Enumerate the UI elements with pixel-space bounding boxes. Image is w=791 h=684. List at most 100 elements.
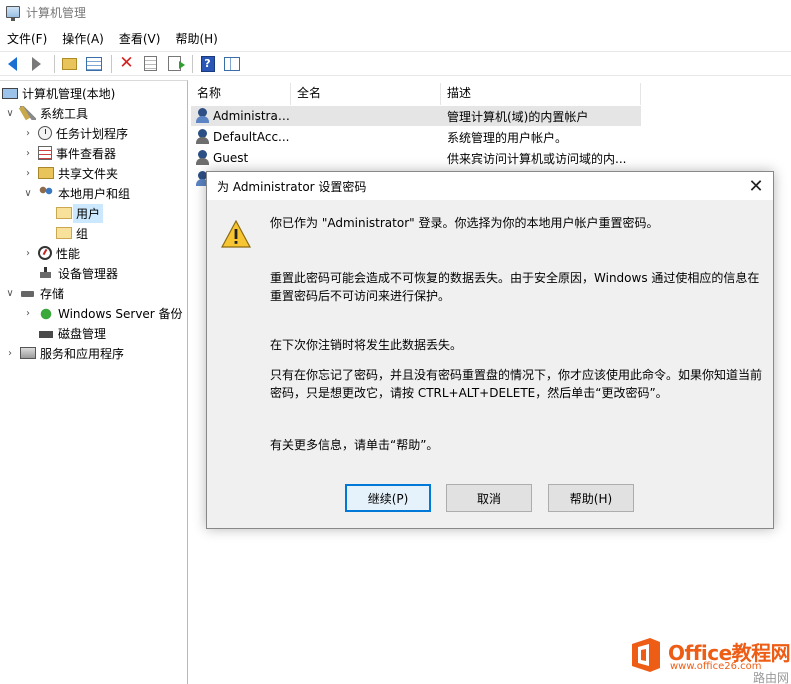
close-icon[interactable]: ✕	[739, 172, 773, 200]
user-disabled-icon	[195, 129, 211, 145]
user-name-cell: DefaultAcc...	[213, 130, 290, 144]
tree-item-windows-server-backup[interactable]: › Windows Server 备份	[22, 303, 183, 323]
tree-label: 共享文件夹	[58, 166, 119, 181]
column-header-fullname[interactable]: 全名	[291, 83, 441, 105]
services-icon	[20, 347, 36, 359]
dialog-titlebar: 为 Administrator 设置密码 ✕	[207, 172, 773, 200]
tree-item-disk-management[interactable]: 磁盘管理	[38, 323, 106, 343]
table-row[interactable]: DefaultAcc... 系统管理的用户帐户。	[191, 127, 641, 147]
expand-chevron-icon[interactable]: ›	[4, 348, 16, 359]
expand-chevron-icon[interactable]: ›	[22, 248, 34, 259]
tree-item-computer-management[interactable]: 计算机管理(本地)	[2, 83, 115, 103]
event-viewer-icon	[38, 146, 52, 160]
tree-label: 设备管理器	[58, 266, 119, 281]
column-header-description[interactable]: 描述	[441, 83, 641, 105]
export-list-button[interactable]	[164, 54, 185, 74]
expand-chevron-icon[interactable]: ›	[22, 128, 34, 139]
console-tree-icon	[85, 56, 102, 71]
dialog-message-login: 你已作为 "Administrator" 登录。你选择为你的本地用户帐户重置密码…	[270, 216, 659, 230]
menu-action[interactable]: 操作(A)	[55, 30, 112, 47]
user-disabled-icon	[195, 150, 211, 166]
delete-button[interactable]: ✕	[116, 54, 137, 74]
user-icon	[195, 108, 211, 124]
dialog-title: 为 Administrator 设置密码	[217, 179, 367, 194]
folder-up-icon	[62, 57, 77, 70]
collapse-chevron-icon[interactable]: ∨	[4, 108, 16, 119]
tree-label: 本地用户和组	[58, 186, 131, 201]
menu-bar: 文件(F) 操作(A) 查看(V) 帮助(H)	[0, 28, 226, 48]
office-logo-icon	[632, 638, 660, 672]
up-level-button[interactable]	[59, 54, 80, 74]
tree-label: 计算机管理(本地)	[22, 86, 116, 101]
clock-icon	[38, 126, 52, 140]
tree-label: 存储	[40, 286, 65, 301]
tree-item-services-applications[interactable]: › 服务和应用程序	[4, 343, 124, 363]
dialog-message-help: 有关更多信息，请单击“帮助”。	[270, 438, 439, 452]
continue-button[interactable]: 继续(P)	[345, 484, 431, 512]
users-icon	[38, 186, 54, 200]
back-arrow-icon	[8, 56, 17, 71]
expand-chevron-icon[interactable]: ›	[22, 308, 34, 319]
tree-label: 用户	[73, 203, 104, 223]
tree-item-event-viewer[interactable]: › 事件查看器	[22, 143, 116, 163]
collapse-chevron-icon[interactable]: ∨	[22, 188, 34, 199]
folder-icon	[56, 207, 72, 219]
properties-icon	[144, 56, 157, 71]
dialog-message-warning-line2: 重置密码后不可访问来进行保护。	[270, 289, 451, 303]
table-row[interactable]	[191, 169, 209, 189]
export-icon	[168, 56, 185, 71]
watermark-site: 路由网	[753, 671, 790, 684]
tree-label: 任务计划程序	[56, 126, 129, 141]
column-header-name[interactable]: 名称	[191, 83, 291, 105]
show-action-pane-button[interactable]	[221, 54, 242, 74]
toolbar-separator	[111, 54, 112, 73]
toolbar-separator	[192, 54, 193, 73]
user-description-cell: 管理计算机(域)的内置帐户	[447, 109, 589, 124]
toolbar-separator	[54, 54, 55, 73]
dialog-message-usage-line1: 只有在你忘记了密码，并且没有密码重置盘的情况下，你才应该使用此命令。如果你知道当…	[270, 368, 763, 382]
tree-item-storage[interactable]: ∨ 存储	[4, 283, 64, 303]
cancel-button[interactable]: 取消	[446, 484, 532, 512]
shared-folder-icon	[38, 167, 54, 179]
tree-label: 性能	[56, 246, 81, 261]
help-toolbar-button[interactable]: ?	[197, 54, 218, 74]
table-row[interactable]: Guest 供来宾访问计算机或访问域的内...	[191, 148, 641, 168]
user-icon	[195, 171, 209, 187]
tree-item-device-manager[interactable]: 设备管理器	[38, 263, 118, 283]
console-tree: 计算机管理(本地) ∨ 系统工具 › 任务计划程序 › 事件查看器 › 共享文件…	[0, 80, 188, 684]
computer-icon	[2, 87, 18, 99]
help-button[interactable]: 帮助(H)	[548, 484, 634, 512]
user-description-cell: 供来宾访问计算机或访问域的内...	[447, 151, 627, 166]
tree-item-users[interactable]: 用户	[56, 203, 104, 223]
tree-item-shared-folders[interactable]: › 共享文件夹	[22, 163, 118, 183]
dialog-message-usage-line2: 密码，只是想更改它，请按 CTRL+ALT+DELETE，然后单击“更改密码”。	[270, 386, 668, 400]
window-title: 计算机管理	[26, 5, 87, 20]
collapse-chevron-icon[interactable]: ∨	[4, 288, 16, 299]
tree-item-system-tools[interactable]: ∨ 系统工具	[4, 103, 88, 123]
toolbar: ✕ ?	[0, 51, 791, 76]
tree-item-performance[interactable]: › 性能	[22, 243, 80, 263]
dialog-message-data-loss: 在下次你注销时将发生此数据丢失。	[270, 338, 463, 352]
tree-item-local-users-groups[interactable]: ∨ 本地用户和组	[22, 183, 130, 203]
back-button[interactable]	[2, 54, 23, 74]
menu-help[interactable]: 帮助(H)	[168, 30, 225, 47]
tree-item-groups[interactable]: 组	[56, 223, 88, 243]
table-row[interactable]: Administrat... 管理计算机(域)的内置帐户	[191, 106, 641, 126]
list-header: 名称 全名 描述	[191, 83, 641, 105]
tree-label: 事件查看器	[56, 146, 117, 161]
tools-icon	[20, 106, 36, 120]
show-tree-button[interactable]	[83, 54, 104, 74]
expand-chevron-icon[interactable]: ›	[22, 168, 34, 179]
set-password-dialog: 为 Administrator 设置密码 ✕ 你已作为 "Administrat…	[206, 171, 774, 529]
properties-button[interactable]	[140, 54, 161, 74]
warning-icon	[221, 220, 251, 248]
watermark: Office教程网 www.office26.com 路由网	[626, 634, 791, 684]
menu-view[interactable]: 查看(V)	[112, 30, 169, 47]
tree-item-task-scheduler[interactable]: › 任务计划程序	[22, 123, 128, 143]
delete-x-icon: ✕	[119, 53, 134, 73]
forward-button[interactable]	[26, 54, 47, 74]
tree-label: 磁盘管理	[58, 326, 107, 341]
menu-file[interactable]: 文件(F)	[0, 30, 55, 47]
action-pane-icon	[223, 56, 240, 71]
expand-chevron-icon[interactable]: ›	[22, 148, 34, 159]
